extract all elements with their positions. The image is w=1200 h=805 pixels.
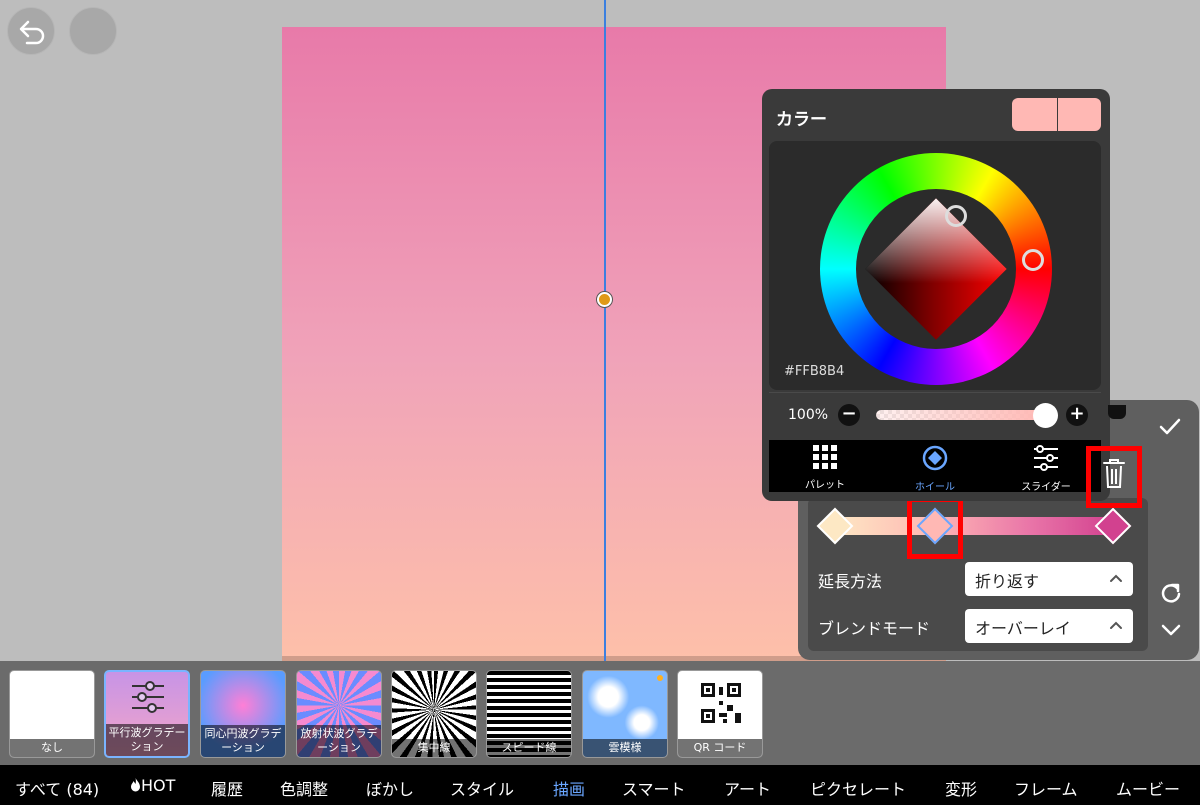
filter-qr-code[interactable]: QR コード [677,670,763,758]
category-movie[interactable]: ムービー [1116,776,1180,800]
diamond-icon [922,445,948,471]
category-draw[interactable]: 描画 [553,776,585,800]
mode-slider-label: スライダー [1021,482,1071,493]
menu-button[interactable] [69,7,117,55]
filter-label: なし [10,739,94,757]
opacity-increase-button[interactable]: + [1066,404,1088,426]
filter-label: QR コード [678,739,762,757]
category-transform[interactable]: 変形 [945,776,977,800]
blend-mode-select[interactable]: オーバーレイ [965,609,1133,643]
filter-focus-lines[interactable]: 集中線 [391,670,477,758]
filter-radial-wave-gradient[interactable]: 放射状波グラデーション [296,670,382,758]
category-frame[interactable]: フレーム [1014,776,1078,800]
panel-nub [1108,405,1126,419]
filter-concentric-wave-gradient[interactable]: 同心円波グラデーション [200,670,286,758]
category-blur[interactable]: ぼかし [366,776,414,800]
extension-value: 折り返す [975,572,1040,591]
chevron-down-icon[interactable] [1160,622,1182,638]
opacity-decrease-button[interactable]: − [838,404,860,426]
qr-code-icon [701,683,741,723]
check-icon[interactable] [1158,417,1182,437]
mode-palette-tab[interactable]: パレット [785,445,865,491]
mode-palette-label: パレット [805,480,845,491]
mode-wheel-label: ホイール [915,482,955,493]
category-pixelate[interactable]: ピクセレート [810,776,906,800]
filter-label: 同心円波グラデーション [201,725,285,757]
gradient-guide-handle[interactable] [597,292,612,307]
hex-code[interactable]: #FFB8B4 [784,364,844,379]
new-badge [657,675,663,681]
blend-mode-value: オーバーレイ [975,619,1071,638]
sliders-icon [132,681,164,713]
highlight-box-stop [907,497,963,559]
saturation-cursor[interactable] [945,205,967,227]
mode-slider-tab[interactable]: スライダー [1006,445,1086,493]
mode-wheel-tab[interactable]: ホイール [895,445,975,493]
category-art[interactable]: アート [724,776,771,800]
filter-cloud-pattern[interactable]: 雲模様 [582,670,668,758]
category-hot-label: HOT [141,776,176,795]
filter-linear-wave-gradient[interactable]: 平行波グラデーション [104,670,190,758]
extension-select[interactable]: 折り返す [965,562,1133,596]
filter-label: 雲模様 [583,739,667,757]
chevron-up-icon [1110,574,1122,582]
refresh-icon[interactable] [1160,582,1182,604]
filter-label: 平行波グラデーション [106,724,188,756]
undo-icon [19,20,45,45]
chevron-up-icon [1110,621,1122,629]
hue-cursor[interactable] [1022,249,1044,271]
opacity-slider-knob[interactable] [1033,403,1058,428]
color-panel-title: カラー [776,110,827,130]
category-hot[interactable]: HOT [130,776,175,795]
gradient-preview-bar[interactable] [834,517,1114,535]
sliders-icon [1034,445,1058,471]
gradient-guide-line[interactable] [604,0,606,765]
filter-label: 集中線 [392,739,476,757]
category-history[interactable]: 履歴 [211,776,243,800]
undo-button[interactable] [7,7,55,55]
opacity-value: 100% [788,407,829,423]
category-smart[interactable]: スマート [622,776,686,800]
filter-label: スピード線 [487,739,571,757]
highlight-box-trash [1086,446,1142,508]
extension-label: 延長方法 [818,572,883,591]
filter-none[interactable]: なし [9,670,95,758]
blend-mode-label: ブレンドモード [818,619,931,638]
category-color-adjust[interactable]: 色調整 [280,776,328,800]
opacity-slider[interactable] [876,410,1046,420]
flame-icon [131,778,140,792]
category-all[interactable]: すべて (84) [15,776,99,800]
grid-icon [813,445,837,469]
current-color-swatch[interactable] [1058,98,1101,131]
filter-speed-lines[interactable]: スピード線 [486,670,572,758]
filter-label: 放射状波グラデーション [297,725,381,757]
previous-color-swatch[interactable] [1012,98,1057,131]
category-style[interactable]: スタイル [450,776,514,800]
